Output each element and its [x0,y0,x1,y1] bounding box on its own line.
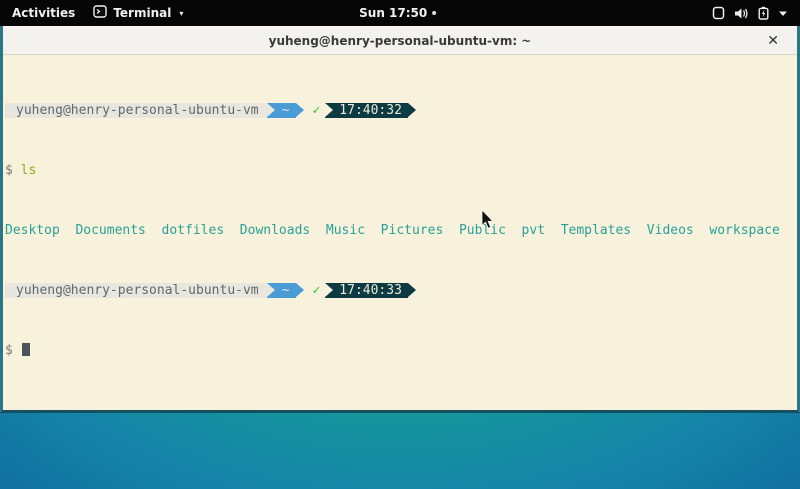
prompt-directory: ~ [275,103,297,118]
prompt-timestamp: 17:40:33 [333,283,408,298]
prompt-status-check-icon: ✓ [312,103,320,118]
spacer [13,343,21,358]
prompt-directory: ~ [275,283,297,298]
display-icon [712,6,725,20]
text-cursor [22,343,30,356]
prompt-status-check-icon: ✓ [312,283,320,298]
chevron-down-icon: ▾ [179,9,183,18]
powerline-separator-icon [408,103,416,118]
activities-button[interactable]: Activities [0,0,87,26]
prompt-user-host: yuheng@henry-personal-ubuntu-vm [5,103,267,118]
battery-charging-icon [758,6,769,20]
volume-icon [734,7,749,20]
prompt-symbol: $ [5,163,13,178]
prompt-user-host: yuheng@henry-personal-ubuntu-vm [5,283,267,298]
app-menu-terminal[interactable]: Terminal ▾ [87,0,189,26]
notification-dot-icon [432,11,436,15]
top-bar: Activities Terminal ▾ Sun 17:50 [0,0,800,26]
mouse-pointer-icon [481,210,495,234]
typed-command: ls [21,163,37,178]
terminal-window: yuheng@henry-personal-ubuntu-vm: ~ ✕ yuh… [0,26,800,413]
prompt-symbol: $ [5,343,13,358]
prompt-timestamp: 17:40:32 [333,103,408,118]
powerline-separator-icon [296,103,304,118]
ls-output-line: Desktop Documents dotfiles Downloads Mus… [5,223,797,238]
powerline-separator-icon [408,283,416,298]
terminal-app-icon [93,5,107,21]
powerline-separator-icon [325,283,333,298]
prompt-line-2: yuheng@henry-personal-ubuntu-vm ~ ✓ 17:4… [5,283,797,298]
command-line: $ ls [5,163,797,178]
clock-button[interactable]: Sun 17:50 [359,0,436,26]
window-title: yuheng@henry-personal-ubuntu-vm: ~ [269,34,532,48]
clock-label: Sun 17:50 [359,6,427,20]
prompt-line-1: yuheng@henry-personal-ubuntu-vm ~ ✓ 17:4… [5,103,797,118]
close-button[interactable]: ✕ [763,27,783,54]
terminal-content[interactable]: yuheng@henry-personal-ubuntu-vm ~ ✓ 17:4… [3,55,797,403]
app-menu-label: Terminal [113,6,171,20]
powerline-separator-icon [267,103,275,118]
activities-label: Activities [12,6,75,20]
chevron-down-icon [778,10,788,17]
powerline-separator-icon [267,283,275,298]
input-line[interactable]: $ [5,343,797,358]
powerline-separator-icon [296,283,304,298]
powerline-separator-icon [325,103,333,118]
system-tray[interactable] [708,0,792,26]
spacer [13,163,21,178]
window-titlebar[interactable]: yuheng@henry-personal-ubuntu-vm: ~ ✕ [3,26,797,55]
